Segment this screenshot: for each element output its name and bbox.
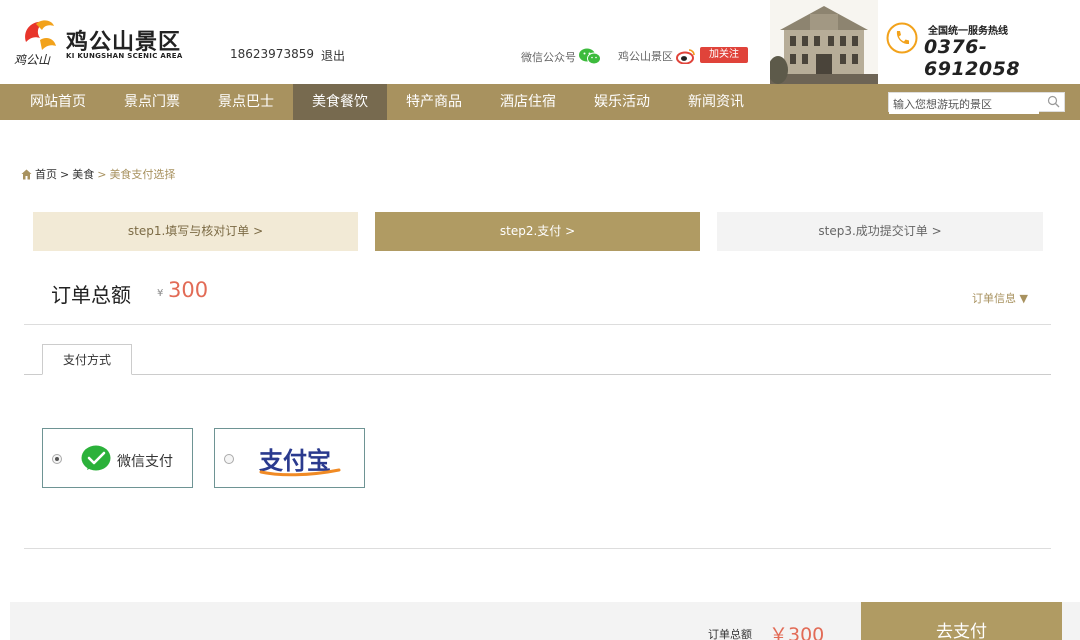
alipay-logo-icon: 支付宝 xyxy=(259,447,341,477)
alipay-logo-text: 支付宝 xyxy=(259,447,331,475)
rooster-logo-icon: 鸡公山 xyxy=(14,20,56,67)
step-3: step3.成功提交订单 > xyxy=(717,212,1043,251)
alipay-radio[interactable] xyxy=(224,454,234,464)
weibo-label: 鸡公山景区 xyxy=(618,50,673,63)
wechat-pay-icon xyxy=(81,445,111,471)
step-1: step1.填写与核对订单 > xyxy=(33,212,358,251)
checkout-total-amount: ￥300 xyxy=(769,624,825,640)
breadcrumb: 首页 > 美食 > 美食支付选择 xyxy=(21,166,175,182)
user-phone[interactable]: 18623973859 xyxy=(230,47,314,61)
logout-link[interactable]: 退出 xyxy=(321,47,345,64)
phone-icon xyxy=(886,22,918,54)
nav-item-food[interactable]: 美食餐饮 xyxy=(293,84,387,120)
weibo-icon xyxy=(676,49,695,64)
hotline-number: 0376-6912058 xyxy=(924,36,1021,80)
tab-baseline xyxy=(24,374,1051,375)
site-logo-subtitle: KI KUNGSHAN SCENIC AREA xyxy=(66,52,183,60)
breadcrumb-home[interactable]: 首页 xyxy=(35,166,57,182)
nav-item-bus[interactable]: 景点巴士 xyxy=(199,84,293,120)
wechat-official-label: 微信公众号 xyxy=(521,50,576,64)
breadcrumb-food[interactable]: 美食 xyxy=(72,166,94,182)
checkout-total-label: 订单总额 xyxy=(708,628,752,640)
nav-item-entertainment[interactable]: 娱乐活动 xyxy=(575,84,669,120)
alipay-option[interactable]: 支付宝 xyxy=(214,428,365,488)
breadcrumb-separator: > xyxy=(97,167,107,181)
nav-item-tickets[interactable]: 景点门票 xyxy=(105,84,199,120)
divider xyxy=(24,324,1051,325)
search-box xyxy=(888,92,1065,114)
order-info-toggle[interactable]: 订单信息 ▼ xyxy=(972,290,1028,306)
order-total-label: 订单总额 xyxy=(51,283,131,307)
wechat-official-link[interactable]: 微信公众号 xyxy=(521,48,601,65)
home-icon xyxy=(21,169,32,179)
svg-text:鸡公山: 鸡公山 xyxy=(14,53,51,67)
wechat-pay-label: 微信支付 xyxy=(117,454,173,470)
wechat-pay-radio[interactable] xyxy=(52,454,62,464)
nav-item-news[interactable]: 新闻资讯 xyxy=(669,84,763,120)
follow-button[interactable]: 加关注 xyxy=(700,47,748,63)
divider xyxy=(24,548,1051,549)
go-pay-button[interactable]: 去支付 xyxy=(861,602,1062,640)
building-photo-icon xyxy=(770,0,878,84)
breadcrumb-current: 美食支付选择 xyxy=(109,168,176,181)
weibo-link[interactable]: 鸡公山景区 xyxy=(618,48,696,64)
nav-item-specialties[interactable]: 特产商品 xyxy=(387,84,481,120)
breadcrumb-separator: > xyxy=(60,167,70,181)
wechat-icon xyxy=(579,48,601,65)
search-icon[interactable] xyxy=(1047,95,1060,108)
order-total-amount: 300 xyxy=(168,278,209,302)
order-total-currency: ¥ xyxy=(157,288,164,299)
nav-item-hotels[interactable]: 酒店住宿 xyxy=(481,84,575,120)
wechat-pay-option[interactable]: 微信支付 xyxy=(42,428,193,488)
hotline-label: 全国统一服务热线 xyxy=(928,26,1008,37)
site-header: 鸡公山 鸡公山景区 KI KUNGSHAN SCENIC AREA 186239… xyxy=(0,0,1080,84)
nav-item-home[interactable]: 网站首页 xyxy=(11,84,105,120)
step-2-active: step2.支付 > xyxy=(375,212,700,251)
tab-payment-method[interactable]: 支付方式 xyxy=(42,344,132,375)
search-input[interactable] xyxy=(889,95,1039,114)
